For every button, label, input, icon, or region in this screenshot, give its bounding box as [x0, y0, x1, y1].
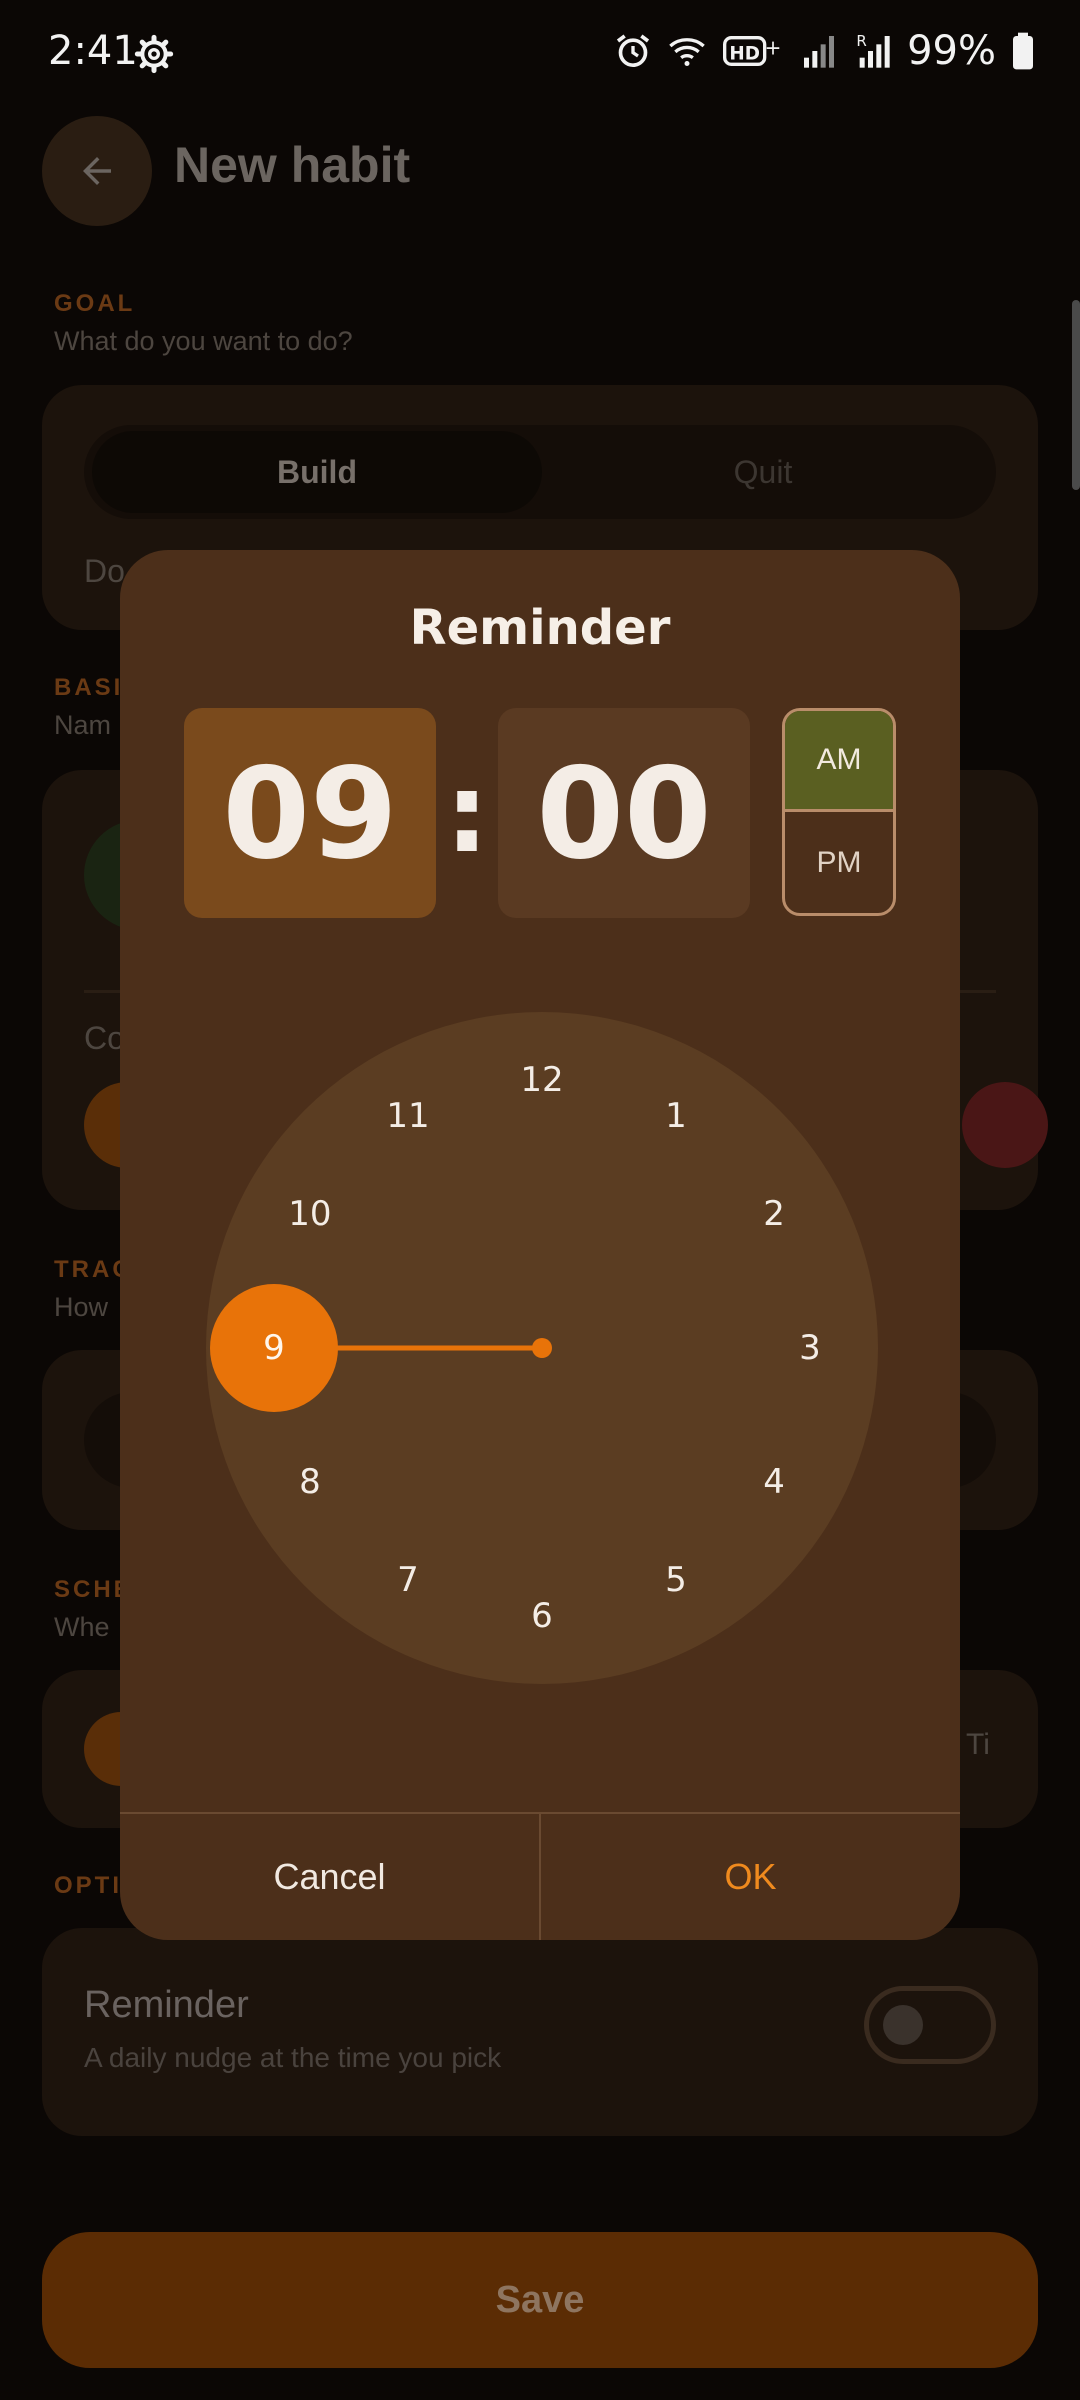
- dialog-title: Reminder: [409, 600, 671, 656]
- back-button[interactable]: [42, 116, 152, 226]
- status-bar: 2:41 HD + R 99%: [0, 0, 1080, 110]
- pm-button[interactable]: PM: [785, 812, 893, 913]
- status-time: 2:41: [48, 28, 138, 74]
- clock-center-dot: [532, 1338, 552, 1358]
- svg-text:+: +: [765, 35, 782, 59]
- color-swatch-red[interactable]: [962, 1082, 1048, 1168]
- hour-field[interactable]: 09: [184, 708, 436, 918]
- optional-section-label: OPTI: [54, 1872, 123, 1899]
- battery-percent: 99%: [907, 28, 996, 74]
- time-separator: :: [445, 749, 489, 877]
- save-button[interactable]: Save: [42, 2232, 1038, 2368]
- alarm-icon: [616, 34, 650, 67]
- basics-section-label: BASI: [54, 674, 124, 701]
- ok-button[interactable]: OK: [541, 1814, 960, 1940]
- clock-number-11[interactable]: 11: [373, 1091, 443, 1141]
- goal-section-label: GOAL: [54, 290, 136, 317]
- clock-number-7[interactable]: 7: [373, 1555, 443, 1605]
- clock-number-5[interactable]: 5: [641, 1555, 711, 1605]
- clock-number-6[interactable]: 6: [507, 1591, 577, 1641]
- signal-icon: [804, 36, 835, 68]
- clock-number-4[interactable]: 4: [739, 1457, 809, 1507]
- clock-number-12[interactable]: 12: [507, 1055, 577, 1105]
- clock-dial[interactable]: 12 1 2 3 4 5 6 7 8 9 10 11: [206, 1012, 878, 1684]
- scrollbar[interactable]: [1072, 300, 1080, 490]
- schedule-section-subtitle: Whe: [54, 1612, 110, 1642]
- reminder-title: Reminder: [84, 1984, 249, 2026]
- goal-section-subtitle: What do you want to do?: [54, 326, 353, 356]
- segment-quit[interactable]: Quit: [538, 431, 988, 513]
- wifi-icon: [669, 38, 705, 66]
- arrow-back-icon: [83, 157, 111, 185]
- clock-number-9[interactable]: 9: [239, 1323, 309, 1373]
- hd-voice-icon: HD +: [723, 35, 782, 66]
- goal-input-partial[interactable]: Do: [84, 553, 125, 590]
- roaming-signal-icon: R: [856, 32, 890, 68]
- clock-number-10[interactable]: 10: [275, 1189, 345, 1239]
- basics-section-subtitle: Nam: [54, 710, 112, 740]
- page-title: New habit: [174, 137, 411, 193]
- reminder-time-picker-dialog: Reminder 09 : 00 AM PM 12 1 2 3 4 5 6 7 8 9 10 11 C…: [120, 550, 960, 1940]
- reminder-card: Reminder A daily nudge at the time you p…: [42, 1928, 1038, 2136]
- svg-text:R: R: [856, 32, 866, 50]
- toggle-knob: [883, 2005, 923, 2045]
- clock-number-1[interactable]: 1: [641, 1091, 711, 1141]
- reminder-toggle[interactable]: [864, 1986, 996, 2064]
- schedule-chip-times-partial[interactable]: Ti: [966, 1728, 990, 1762]
- color-label-partial: Co: [84, 1020, 125, 1056]
- clock-number-8[interactable]: 8: [275, 1457, 345, 1507]
- cancel-button[interactable]: Cancel: [120, 1814, 539, 1940]
- tracking-section-subtitle: How: [54, 1292, 109, 1322]
- clock-number-3[interactable]: 3: [775, 1323, 845, 1373]
- svg-text:HD: HD: [729, 43, 760, 64]
- clock-number-2[interactable]: 2: [739, 1189, 809, 1239]
- minute-field[interactable]: 00: [498, 708, 750, 918]
- battery-icon: [1013, 32, 1033, 70]
- build-quit-segmented-control: Build Quit: [84, 425, 996, 519]
- gear-icon: [134, 34, 174, 74]
- am-button[interactable]: AM: [785, 711, 893, 812]
- segment-build[interactable]: Build: [92, 431, 542, 513]
- reminder-subtitle: A daily nudge at the time you pick: [84, 2042, 502, 2073]
- am-pm-toggle: AM PM: [782, 708, 896, 916]
